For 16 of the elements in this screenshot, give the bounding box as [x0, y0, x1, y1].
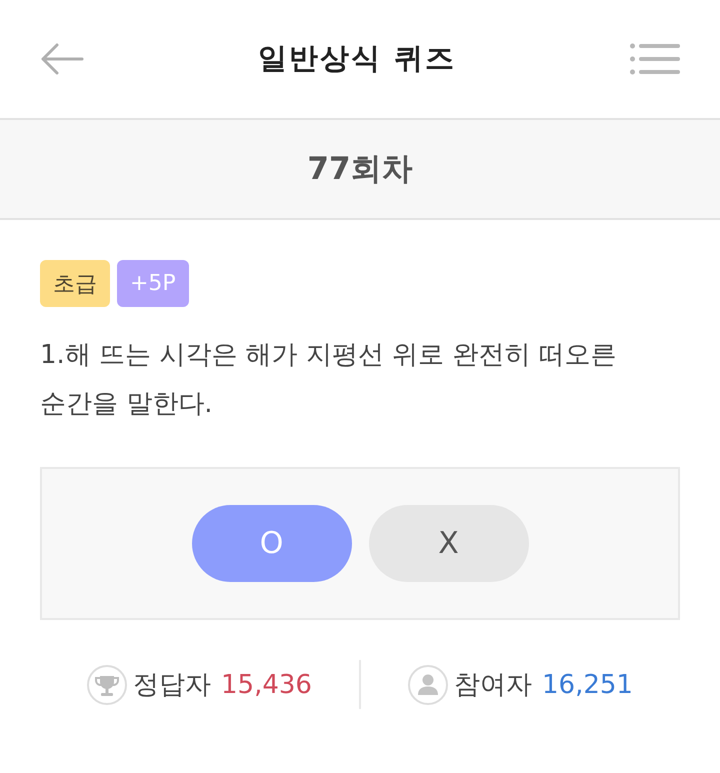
stat-count: 15,436 — [221, 670, 312, 700]
stat-label: 참여자 — [454, 669, 532, 702]
menu-button[interactable] — [630, 43, 680, 75]
back-button[interactable] — [40, 43, 84, 75]
question-text: 1.해 뜨는 시각은 해가 지평선 위로 완전히 떠오른 순간을 말한다. — [40, 339, 618, 421]
person-icon — [408, 664, 448, 704]
trophy-icon — [87, 664, 127, 704]
back-arrow-icon — [40, 43, 84, 75]
stat-label: 정답자 — [133, 669, 211, 702]
round-title: 77회차 — [307, 150, 413, 189]
stat-count: 16,251 — [542, 670, 633, 700]
level-badge: 초급 — [40, 260, 110, 307]
menu-icon — [630, 43, 680, 75]
answer-button[interactable]: X — [368, 505, 528, 582]
points-badge: +5P — [117, 260, 189, 307]
page-title: 일반상식 퀴즈 — [258, 40, 456, 77]
